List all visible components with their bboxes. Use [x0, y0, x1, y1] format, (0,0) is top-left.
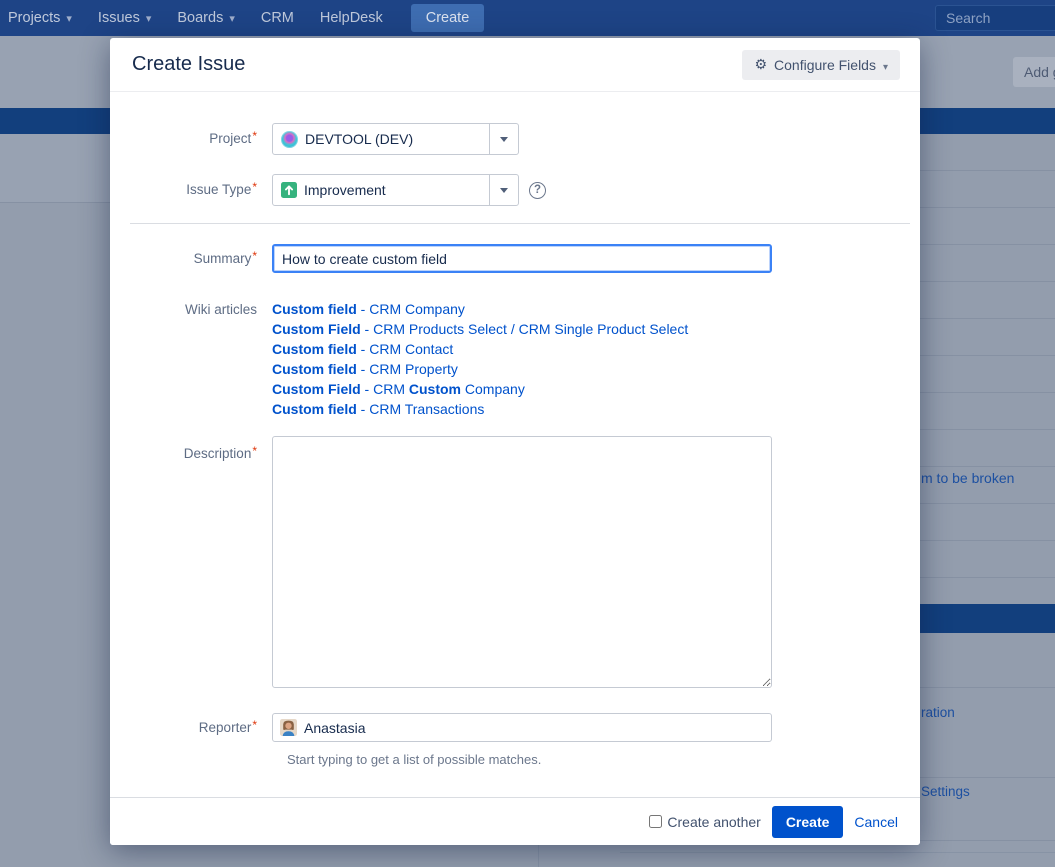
reporter-label: Reporter*: [132, 713, 272, 743]
chevron-down-icon: [229, 10, 235, 26]
wiki-article-link[interactable]: Custom Field - CRM Custom Company: [272, 381, 525, 397]
nav-item-issues[interactable]: Issues: [98, 10, 151, 26]
project-label: Project*: [132, 123, 272, 155]
required-indicator: *: [252, 249, 257, 263]
wiki-article-line: Custom Field - CRM Products Select / CRM…: [272, 319, 688, 339]
section-divider: [130, 223, 910, 224]
cancel-link[interactable]: Cancel: [854, 814, 898, 830]
row-divider: [900, 777, 1055, 778]
create-another-option[interactable]: Create another: [649, 814, 760, 830]
nav-items: Projects Issues Boards CRM HelpDesk: [8, 10, 409, 26]
left-gadget-section: [0, 134, 120, 203]
required-indicator: *: [252, 718, 257, 732]
background-issue-link: m to be broken: [921, 470, 1014, 486]
add-gadget-button: Add g: [1013, 57, 1055, 87]
configure-fields-button[interactable]: Configure Fields: [742, 50, 900, 80]
improvement-icon: [281, 182, 297, 198]
nav-item-label: Boards: [177, 10, 223, 26]
search-input[interactable]: [935, 5, 1055, 31]
dialog-title: Create Issue: [132, 53, 245, 76]
project-select-dropdown-button[interactable]: [489, 124, 518, 154]
issue-type-help-icon[interactable]: [529, 182, 546, 199]
top-navigation-bar: Projects Issues Boards CRM HelpDesk Create: [0, 0, 1055, 36]
dialog-body: Project* DEVTOOL (DEV) Issue Type*: [110, 92, 920, 797]
create-issue-dialog: Create Issue Configure Fields Project* D…: [110, 38, 920, 845]
background-panel-divider: [538, 845, 539, 867]
issue-type-label: Issue Type*: [132, 174, 272, 206]
project-select[interactable]: DEVTOOL (DEV): [272, 123, 519, 155]
description-textarea[interactable]: [272, 436, 772, 688]
chevron-down-icon: [146, 10, 152, 26]
background-ration-link: ration: [921, 705, 955, 720]
wiki-articles-label: Wiki articles: [132, 299, 272, 419]
nav-item-label: Issues: [98, 10, 140, 26]
reporter-hint: Start typing to get a list of possible m…: [287, 752, 898, 767]
project-avatar-icon: [281, 131, 298, 148]
nav-item-label: Projects: [8, 10, 60, 26]
gear-icon: [754, 56, 767, 73]
nav-item-helpdesk[interactable]: HelpDesk: [320, 10, 383, 26]
background-row-divider: [620, 852, 1055, 853]
reporter-input[interactable]: [304, 720, 764, 736]
project-select-value: DEVTOOL (DEV): [305, 131, 413, 147]
summary-input[interactable]: [272, 244, 772, 273]
row-divider: [900, 840, 1055, 841]
dialog-header: Create Issue Configure Fields: [110, 38, 920, 92]
nav-item-label: HelpDesk: [320, 10, 383, 26]
configure-fields-label: Configure Fields: [774, 57, 876, 73]
row-divider: [900, 687, 1055, 688]
wiki-article-line: Custom field - CRM Transactions: [272, 399, 688, 419]
background-settings-link: Settings: [921, 784, 970, 799]
nav-item-crm[interactable]: CRM: [261, 10, 294, 26]
wiki-article-link[interactable]: Custom field - CRM Company: [272, 301, 465, 317]
nav-create-button[interactable]: Create: [411, 4, 485, 32]
chevron-down-icon: [66, 10, 72, 26]
create-another-label: Create another: [667, 814, 760, 830]
reporter-avatar: [280, 719, 297, 736]
dropdown-arrow-icon: [500, 137, 508, 142]
nav-item-label: CRM: [261, 10, 294, 26]
wiki-article-line: Custom field - CRM Property: [272, 359, 688, 379]
wiki-article-line: Custom field - CRM Company: [272, 299, 688, 319]
reporter-field[interactable]: [272, 713, 772, 742]
create-button[interactable]: Create: [772, 806, 844, 838]
dropdown-arrow-icon: [500, 188, 508, 193]
chevron-down-icon: [883, 57, 888, 73]
summary-label: Summary*: [132, 244, 272, 274]
wiki-links: Custom field - CRM Company Custom Field -…: [272, 299, 688, 419]
nav-item-projects[interactable]: Projects: [8, 10, 72, 26]
issue-type-select-value: Improvement: [304, 182, 386, 198]
dialog-footer: Create another Create Cancel: [110, 797, 920, 845]
issue-type-select-dropdown-button[interactable]: [489, 175, 518, 205]
required-indicator: *: [252, 129, 257, 143]
wiki-article-link[interactable]: Custom field - CRM Property: [272, 361, 458, 377]
description-label: Description*: [132, 436, 272, 688]
wiki-article-line: Custom field - CRM Contact: [272, 339, 688, 359]
wiki-article-link[interactable]: Custom field - CRM Transactions: [272, 401, 484, 417]
background-table-rows: [900, 134, 1055, 604]
wiki-article-line: Custom Field - CRM Custom Company: [272, 379, 688, 399]
wiki-article-link[interactable]: Custom field - CRM Contact: [272, 341, 453, 357]
wiki-article-link[interactable]: Custom Field - CRM Products Select / CRM…: [272, 321, 688, 337]
create-another-checkbox[interactable]: [649, 815, 662, 828]
required-indicator: *: [252, 180, 257, 194]
issue-type-select[interactable]: Improvement: [272, 174, 519, 206]
nav-item-boards[interactable]: Boards: [177, 10, 234, 26]
required-indicator: *: [252, 444, 257, 458]
gadget-title-bar-right: [900, 604, 1055, 633]
